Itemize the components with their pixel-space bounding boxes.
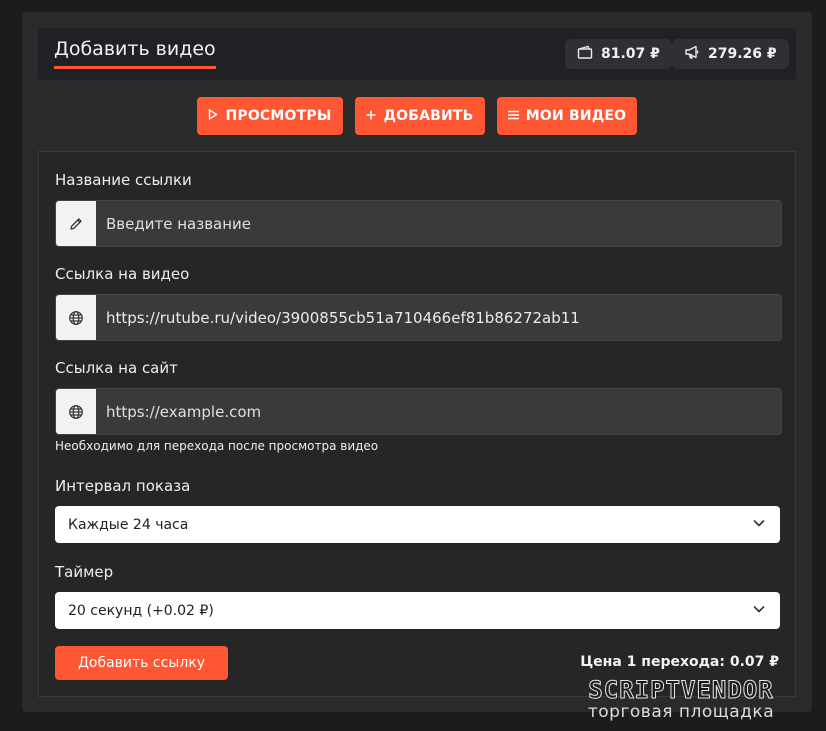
wallet-balance-badge[interactable]: 81.07 ₽ xyxy=(565,39,672,69)
site-url-field xyxy=(55,388,782,435)
chevron-down-icon xyxy=(752,516,766,534)
video-url-field xyxy=(55,294,782,341)
globe-icon xyxy=(56,389,96,434)
watermark: SCRIPTVENDOR торговая площадка xyxy=(546,676,816,723)
timer-label: Таймер xyxy=(55,563,114,581)
watermark-logo: SCRIPTVENDOR xyxy=(588,676,774,705)
link-name-field xyxy=(55,200,782,247)
interval-select[interactable]: Каждые 24 часа xyxy=(55,506,780,543)
watermark-subtitle: торговая площадка xyxy=(587,702,775,722)
add-link-form: Название ссылки Ссылка на видео Ссылк xyxy=(38,151,796,697)
card-header: Добавить видео 81.07 ₽ 279.26 ₽ xyxy=(38,28,796,80)
chevron-down-icon xyxy=(752,602,766,620)
video-url-input[interactable] xyxy=(96,295,781,340)
menu-icon xyxy=(507,108,519,124)
plus-icon xyxy=(366,108,376,124)
ads-balance-badge[interactable]: 279.26 ₽ xyxy=(672,39,789,69)
link-name-input[interactable] xyxy=(96,201,781,246)
add-link-button[interactable]: Добавить ссылку xyxy=(55,646,228,680)
interval-selected-value: Каждые 24 часа xyxy=(68,516,189,533)
wallet-icon xyxy=(577,44,593,64)
my-videos-button-label: МОИ ВИДЕО xyxy=(525,108,627,124)
page-title: Добавить видео xyxy=(54,38,216,69)
views-button-label: ПРОСМОТРЫ xyxy=(225,108,332,124)
globe-icon xyxy=(56,295,96,340)
timer-select[interactable]: 20 секунд (+0.02 ₽) xyxy=(55,592,780,629)
add-button[interactable]: ДОБАВИТЬ xyxy=(355,97,485,135)
site-url-hint: Необходимо для перехода после просмотра … xyxy=(55,439,379,453)
play-icon xyxy=(208,108,218,124)
pencil-icon xyxy=(56,201,96,246)
my-videos-button[interactable]: МОИ ВИДЕО xyxy=(497,97,637,135)
price-per-click: Цена 1 перехода: 0.07 ₽ xyxy=(580,654,779,670)
add-button-label: ДОБАВИТЬ xyxy=(383,108,474,124)
site-url-input[interactable] xyxy=(96,389,781,434)
link-name-label: Название ссылки xyxy=(55,171,192,189)
site-url-label: Ссылка на сайт xyxy=(55,359,178,377)
timer-selected-value: 20 секунд (+0.02 ₽) xyxy=(68,602,214,619)
video-url-label: Ссылка на видео xyxy=(55,265,190,283)
megaphone-icon xyxy=(684,44,700,64)
interval-label: Интервал показа xyxy=(55,477,191,495)
wallet-balance-value: 81.07 ₽ xyxy=(601,46,660,62)
add-video-card: Добавить видео 81.07 ₽ 279.26 ₽ ПРОСМОТР… xyxy=(22,12,812,712)
views-button[interactable]: ПРОСМОТРЫ xyxy=(197,97,343,135)
ads-balance-value: 279.26 ₽ xyxy=(708,46,777,62)
